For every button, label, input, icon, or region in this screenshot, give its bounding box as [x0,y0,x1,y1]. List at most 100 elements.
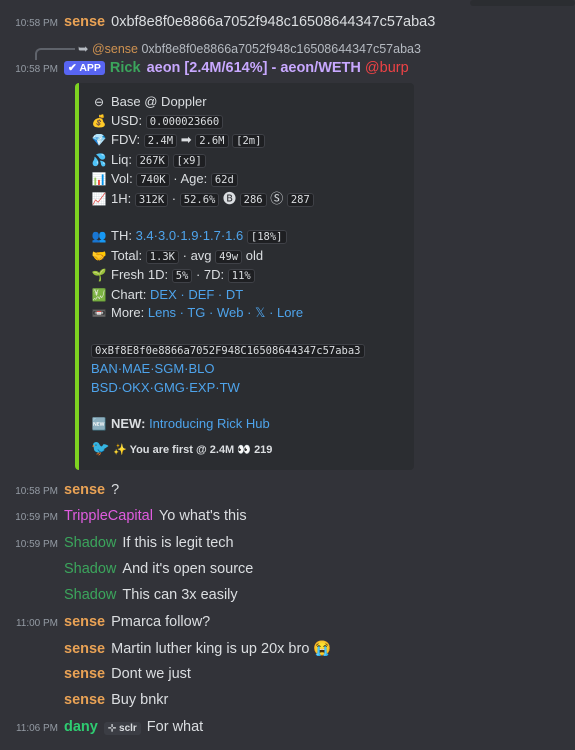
chart-up-icon: 📈 [91,191,107,206]
new-icon: 🆕 [91,417,107,431]
timestamp: 10:59 PM [15,512,58,523]
liq-mult: [x9] [172,153,206,168]
usd-value: 0.000023660 [145,114,224,129]
fdv-label: FDV: [111,132,141,147]
message-text: Pmarca follow? [111,614,211,630]
message-row: 10:58 PM sense? [0,482,119,498]
message-text: 0xbf8e8f0e8866a7052f948c16508644347c57ab… [111,14,436,30]
more-label: More: [111,305,145,320]
scroll-indicator[interactable] [470,0,575,6]
usd-line: 💰 USD: 0.000023660 [91,112,402,132]
th-label: TH: [111,228,132,243]
th-line: 👥 TH: 3.4·3.0·1.9·1.7·1.6 [18%] [91,227,402,247]
message-text: ? [111,482,120,498]
rick-hub-link[interactable]: Introducing Rick Hub [149,416,270,431]
sparkle-icon: ✨ [113,443,130,456]
timestamp: 10:58 PM [15,486,58,497]
message-row: 11:06 PM dany ⊹ sclr For what [0,719,203,735]
author-name[interactable]: dany [64,719,98,735]
footer-text: You are first @ 2.4M [129,443,235,456]
avg-label: · avg [182,247,212,263]
author-name[interactable]: Shadow [64,587,116,603]
contract-address[interactable]: 0xBf8E8f0e8866a7052F948C16508644347c57ab… [91,343,365,358]
author-name[interactable]: TrippleCapital [64,508,153,524]
author-name[interactable]: sense [64,14,105,30]
eyes-icon: 👀 [237,443,251,456]
author-name[interactable]: sense [64,666,105,682]
bot-avatar-icon: 🐦 [91,439,110,457]
more-links[interactable]: Lens · TG · Web · 𝕏 · Lore [148,305,303,320]
message-row: 10:58 PM sense 0xbf8e8f0e8866a7052f948c165… [0,14,435,30]
fresh-1d: 5% [171,269,193,283]
chart-links-line: 💹 Chart: DEX · DEF · DT [91,286,402,305]
sell-icon: Ⓢ [270,190,284,206]
author-name[interactable]: sense [64,641,105,657]
chain-line: ⊖ Base @ Doppler [91,93,402,112]
timestamp: 11:00 PM [15,618,58,629]
vol-line: 📊 Vol: 740K · Age: 62d [91,170,402,190]
liq-value: 267K [135,153,169,168]
1h-line: 📈 1H: 312K · 52.6% 🅑 286 Ⓢ 287 [91,190,402,210]
reply-connector [35,48,75,60]
message-row: Shadow And it's open source [0,561,253,577]
1h-pct: 52.6% [179,192,220,207]
fdv-line: 💎 FDV: 2.4M ➡ 2.6M [2m] [91,131,402,151]
more-links-line: 📼 More: Lens · TG · Web · 𝕏 · Lore [91,304,402,323]
author-name[interactable]: Shadow [64,561,116,577]
1h-vol: 312K [134,192,169,207]
bot-message-header: 10:58 PM ✔ APP Rick aeon [2.4M/614%] - aeon… [0,60,409,76]
author-name[interactable]: sense [64,692,105,708]
app-badge: ✔ APP [64,61,105,75]
chart-links[interactable]: DEX · DEF · DT [150,287,243,302]
guild-tag[interactable]: ⊹ sclr [103,722,141,735]
bot-links-row-1[interactable]: BAN·MAE·SGM·BLO [91,360,402,379]
bar-chart-icon: 📊 [91,172,107,186]
age-value: 62d [210,173,238,187]
message-row: sense Martin luther king is up 20x bro 😭 [0,640,331,657]
chart-label: Chart: [111,286,147,302]
age-label: · Age: [173,171,208,186]
droplets-icon: 💦 [91,152,107,167]
author-name[interactable]: Shadow [64,535,116,551]
vol-value: 740K [136,173,170,187]
1h-buys: 286 [239,192,267,207]
message-row: 11:00 PM sense Pmarca follow? [0,614,210,630]
fresh-line: 🌱 Fresh 1D: 5% · 7D: 11% [91,266,402,286]
total-label: Total: [111,247,143,263]
reply-icon: ➥ [78,42,92,56]
total-line: 🤝 Total: 1.3K · avg 49w old [91,247,402,267]
user-mention[interactable]: @burp [365,60,409,76]
1h-sells: 287 [286,192,314,207]
message-row: sense Dont we just [0,666,191,682]
usd-label: USD: [111,112,143,128]
reply-preview[interactable]: ➥ @sense 0xbf8e8f0e8866a7052f948c1650864… [78,41,421,56]
author-name[interactable]: sense [64,482,105,498]
th-pct: [18%] [246,230,287,244]
reply-text: 0xbf8e8f0e8866a7052f948c16508644347c57ab… [141,42,421,56]
1h-label: 1H: [111,190,132,206]
message-text: Dont we just [111,666,191,682]
message-row: sense Buy bnkr [0,692,168,708]
bot-links-row-2[interactable]: BSD·OKX·GMG·EXP·TW [91,379,402,398]
footer-count: 219 [254,443,273,456]
new-label: NEW: [111,416,146,431]
bot-name[interactable]: Rick [110,60,141,76]
message-text: Yo what's this [158,508,247,524]
total-value: 1.3K [145,249,179,264]
gem-icon: 💎 [91,133,107,147]
new-line: 🆕 NEW: Introducing Rick Hub [91,415,402,434]
vol-label: Vol: [111,171,133,186]
reply-author[interactable]: @sense [92,42,138,56]
base-chain-icon: ⊖ [93,95,105,109]
avg-suffix: old [245,247,264,263]
timestamp: 10:58 PM [15,18,58,29]
message-text: Martin luther king is up 20x bro 😭 [111,641,332,657]
message-text: And it's open source [122,561,254,577]
fdv-from: 2.4M [143,134,178,148]
timestamp: 11:06 PM [15,723,58,734]
message-row: 10:59 PM Shadow If this is legit tech [0,535,233,551]
th-values[interactable]: 3.4·3.0·1.9·1.7·1.6 [136,228,244,243]
chain-label: Base @ Doppler [111,94,207,109]
author-name[interactable]: sense [64,614,105,630]
timestamp: 10:58 PM [15,64,58,75]
